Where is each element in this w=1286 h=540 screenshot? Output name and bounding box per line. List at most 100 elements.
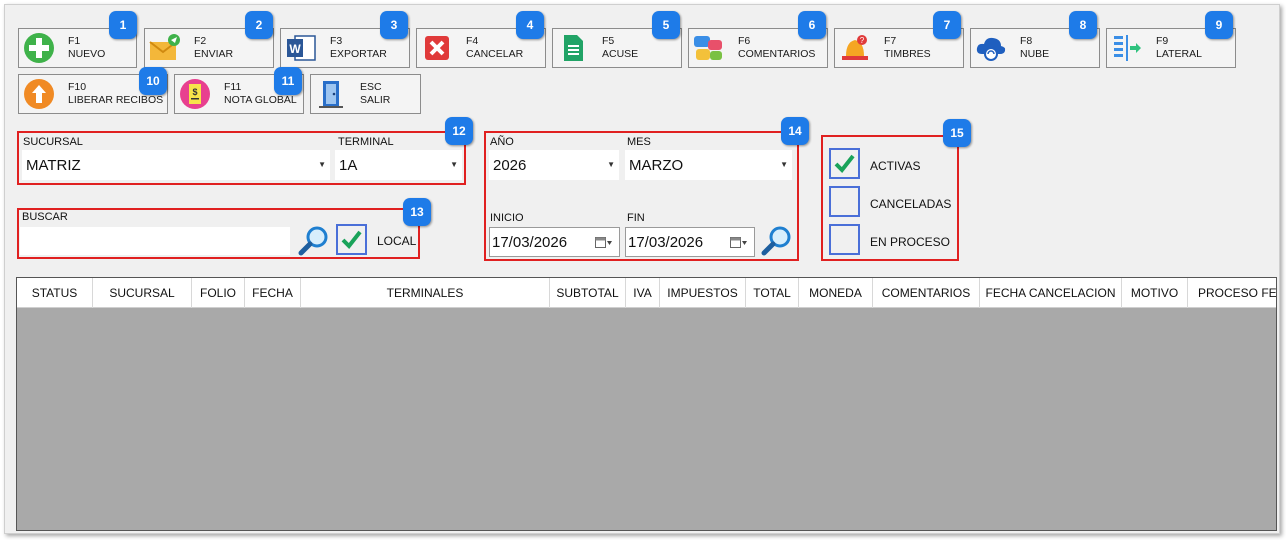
button-label: TIMBRES — [884, 48, 931, 60]
search-icon[interactable] — [297, 224, 331, 256]
en-proceso-label: EN PROCESO — [870, 235, 951, 249]
mes-select[interactable]: MARZO ▼ — [625, 150, 792, 180]
button-key: F8 — [1020, 35, 1033, 47]
callout-badge: 9 — [1205, 11, 1233, 39]
checkmark-icon — [834, 154, 855, 174]
anio-value: 2026 — [493, 156, 527, 174]
callout-badge: 3 — [380, 11, 408, 39]
fin-value: 17/03/2026 — [628, 233, 704, 251]
column-header[interactable]: MOTIVO — [1122, 278, 1188, 308]
word-document-icon: W — [284, 31, 318, 65]
plus-circle-icon — [22, 31, 56, 65]
svg-text:?: ? — [860, 36, 865, 45]
button-label: SALIR — [360, 94, 391, 106]
button-key: F7 — [884, 35, 897, 47]
callout-badge: 10 — [139, 67, 167, 95]
callout-badge: 1 — [109, 11, 137, 39]
sucursal-label: SUCURSAL — [23, 136, 83, 148]
arrow-up-circle-icon — [22, 77, 56, 111]
search-icon[interactable] — [760, 224, 794, 256]
calendar-icon[interactable] — [595, 236, 613, 253]
column-header[interactable]: FECHA — [245, 278, 301, 308]
button-key: F2 — [194, 35, 207, 47]
exit-door-icon — [314, 77, 348, 111]
mes-label: MES — [627, 136, 651, 148]
activas-label: ACTIVAS — [870, 159, 921, 173]
fin-date-picker[interactable]: 17/03/2026 — [625, 227, 755, 257]
svg-text:$: $ — [192, 87, 197, 97]
sheet-document-icon — [556, 31, 590, 65]
column-header[interactable]: PROCESO FE — [1188, 278, 1276, 308]
button-key: ESC — [360, 81, 382, 93]
terminal-value: 1A — [339, 156, 358, 174]
invoices-grid[interactable]: STATUS SUCURSAL FOLIO FECHA TERMINALES S… — [16, 277, 1277, 531]
column-header[interactable]: TERMINALES — [301, 278, 550, 308]
mes-value: MARZO — [629, 156, 684, 174]
button-label: CANCELAR — [466, 48, 524, 60]
anio-select[interactable]: 2026 ▼ — [489, 150, 619, 180]
receipt-icon: $ — [178, 77, 212, 111]
local-checkbox[interactable] — [336, 224, 367, 255]
calendar-icon[interactable] — [730, 236, 748, 253]
callout-badge: 14 — [781, 117, 809, 145]
terminal-select[interactable]: 1A ▼ — [335, 150, 462, 180]
dropdown-arrow-icon: ▼ — [780, 160, 788, 169]
en-proceso-checkbox[interactable] — [829, 224, 860, 255]
cancel-x-icon — [420, 31, 454, 65]
inicio-label: INICIO — [490, 212, 524, 224]
activas-checkbox[interactable] — [829, 148, 860, 179]
terminal-label: TERMINAL — [338, 136, 394, 148]
callout-badge: 12 — [445, 117, 473, 145]
canceladas-checkbox[interactable] — [829, 186, 860, 217]
button-label: NOTA GLOBAL — [224, 94, 297, 106]
checkmark-icon — [341, 230, 362, 250]
callout-badge: 13 — [403, 198, 431, 226]
column-header[interactable]: MONEDA — [799, 278, 873, 308]
callout-badge: 15 — [943, 119, 971, 147]
button-label: LATERAL — [1156, 48, 1202, 60]
local-label: LOCAL — [377, 234, 417, 248]
sucursal-select[interactable]: MATRIZ ▼ — [22, 150, 330, 180]
canceladas-label: CANCELADAS — [870, 197, 952, 211]
column-header[interactable]: IMPUESTOS — [660, 278, 746, 308]
dropdown-arrow-icon: ▼ — [318, 160, 326, 169]
column-header[interactable]: FECHA CANCELACION — [980, 278, 1122, 308]
buscar-input[interactable] — [20, 227, 290, 255]
callout-badge: 7 — [933, 11, 961, 39]
dropdown-arrow-icon: ▼ — [450, 160, 458, 169]
column-header[interactable]: TOTAL — [746, 278, 799, 308]
button-label: NUEVO — [68, 48, 106, 60]
buscar-label: BUSCAR — [22, 211, 68, 223]
column-header[interactable]: IVA — [626, 278, 660, 308]
fin-label: FIN — [627, 212, 645, 224]
grid-header: STATUS SUCURSAL FOLIO FECHA TERMINALES S… — [17, 278, 1276, 308]
button-key: F9 — [1156, 35, 1169, 47]
button-label: COMENTARIOS — [738, 48, 816, 60]
side-panel-icon — [1110, 31, 1144, 65]
button-key: F1 — [68, 35, 81, 47]
inicio-value: 17/03/2026 — [492, 233, 568, 251]
callout-badge: 8 — [1069, 11, 1097, 39]
sucursal-value: MATRIZ — [26, 156, 81, 174]
callout-badge: 2 — [245, 11, 273, 39]
button-label: EXPORTAR — [330, 48, 387, 60]
callout-badge: 5 — [652, 11, 680, 39]
callout-badge: 11 — [274, 67, 302, 95]
bell-icon: ? — [838, 31, 872, 65]
button-label: LIBERAR RECIBOS — [68, 94, 164, 106]
callout-badge: 4 — [516, 11, 544, 39]
salir-button[interactable]: ESC SALIR — [310, 74, 421, 114]
column-header[interactable]: STATUS — [17, 278, 93, 308]
callout-badge: 6 — [798, 11, 826, 39]
button-key: F5 — [602, 35, 615, 47]
send-mail-icon — [148, 31, 182, 65]
cloud-sync-icon — [974, 31, 1008, 65]
inicio-date-picker[interactable]: 17/03/2026 — [489, 227, 620, 257]
column-header[interactable]: COMENTARIOS — [873, 278, 980, 308]
chat-bubbles-icon — [692, 31, 726, 65]
column-header[interactable]: SUCURSAL — [93, 278, 192, 308]
dropdown-arrow-icon: ▼ — [607, 160, 615, 169]
column-header[interactable]: SUBTOTAL — [550, 278, 626, 308]
button-label: ACUSE — [602, 48, 639, 60]
column-header[interactable]: FOLIO — [192, 278, 245, 308]
